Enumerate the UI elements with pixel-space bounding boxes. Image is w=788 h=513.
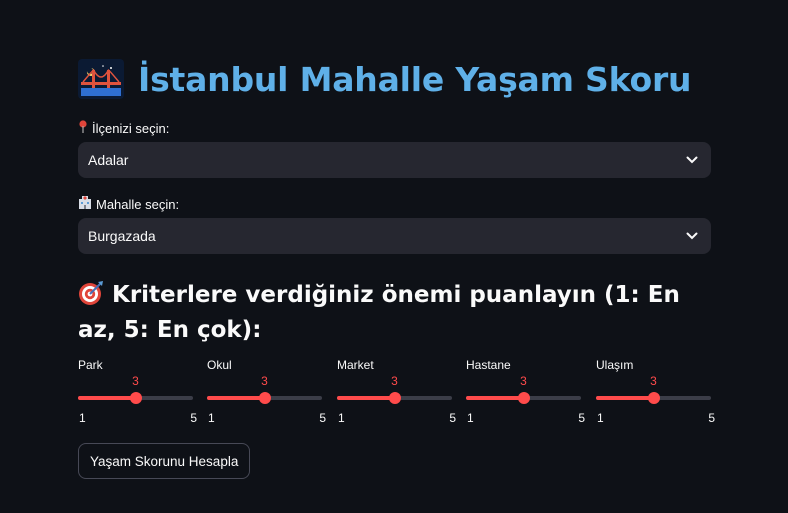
target-icon [78,280,104,315]
district-select[interactable]: Adalar [78,142,711,178]
slider-min: 1 [597,411,604,425]
slider-label: Park [78,358,103,372]
neighborhood-label: Mahalle seçin: [78,196,179,212]
neighborhood-select[interactable]: Burgazada [78,218,711,254]
slider-thumb[interactable] [517,392,530,404]
slider-thumb[interactable] [388,392,401,404]
slider-value: 3 [391,374,398,388]
slider-market[interactable]: Market 3 1 5 [337,356,456,426]
slider-min: 1 [79,411,86,425]
slider-hastane[interactable]: Hastane 3 1 5 [466,356,585,426]
slider-label: Ulaşım [596,358,634,372]
slider-max: 5 [319,411,326,425]
chevron-down-icon [685,153,699,167]
slider-fill [466,396,524,400]
slider-value: 3 [520,374,527,388]
slider-fill [207,396,265,400]
slider-park[interactable]: Park 3 1 5 [78,356,197,426]
slider-thumb[interactable] [647,392,660,404]
slider-min: 1 [467,411,474,425]
hospital-building-icon [78,196,92,212]
slider-fill [596,396,654,400]
slider-label: Hastane [466,358,511,372]
page-title: İstanbul Mahalle Yaşam Skoru [78,56,692,102]
slider-label: Okul [207,358,232,372]
slider-value: 3 [132,374,139,388]
chevron-down-icon [685,229,699,243]
slider-min: 1 [208,411,215,425]
slider-value: 3 [650,374,657,388]
slider-ulasim[interactable]: Ulaşım 3 1 5 [596,356,715,426]
slider-thumb[interactable] [129,392,142,404]
slider-max: 5 [708,411,715,425]
calculate-score-button[interactable]: Yaşam Skorunu Hesapla [78,443,251,479]
slider-okul[interactable]: Okul 3 1 5 [207,356,326,426]
slider-fill [337,396,395,400]
slider-fill [78,396,136,400]
slider-max: 5 [449,411,456,425]
slider-label: Market [337,358,374,372]
bridge-at-night-icon [78,59,124,99]
slider-max: 5 [578,411,585,425]
pin-icon [78,120,88,136]
slider-min: 1 [338,411,345,425]
slider-value: 3 [261,374,268,388]
slider-thumb[interactable] [258,392,271,404]
slider-max: 5 [190,411,197,425]
criteria-heading: Kriterlere verdiğiniz önemi puanlayın (1… [78,280,680,343]
district-label: İlçenizi seçin: [78,120,169,136]
